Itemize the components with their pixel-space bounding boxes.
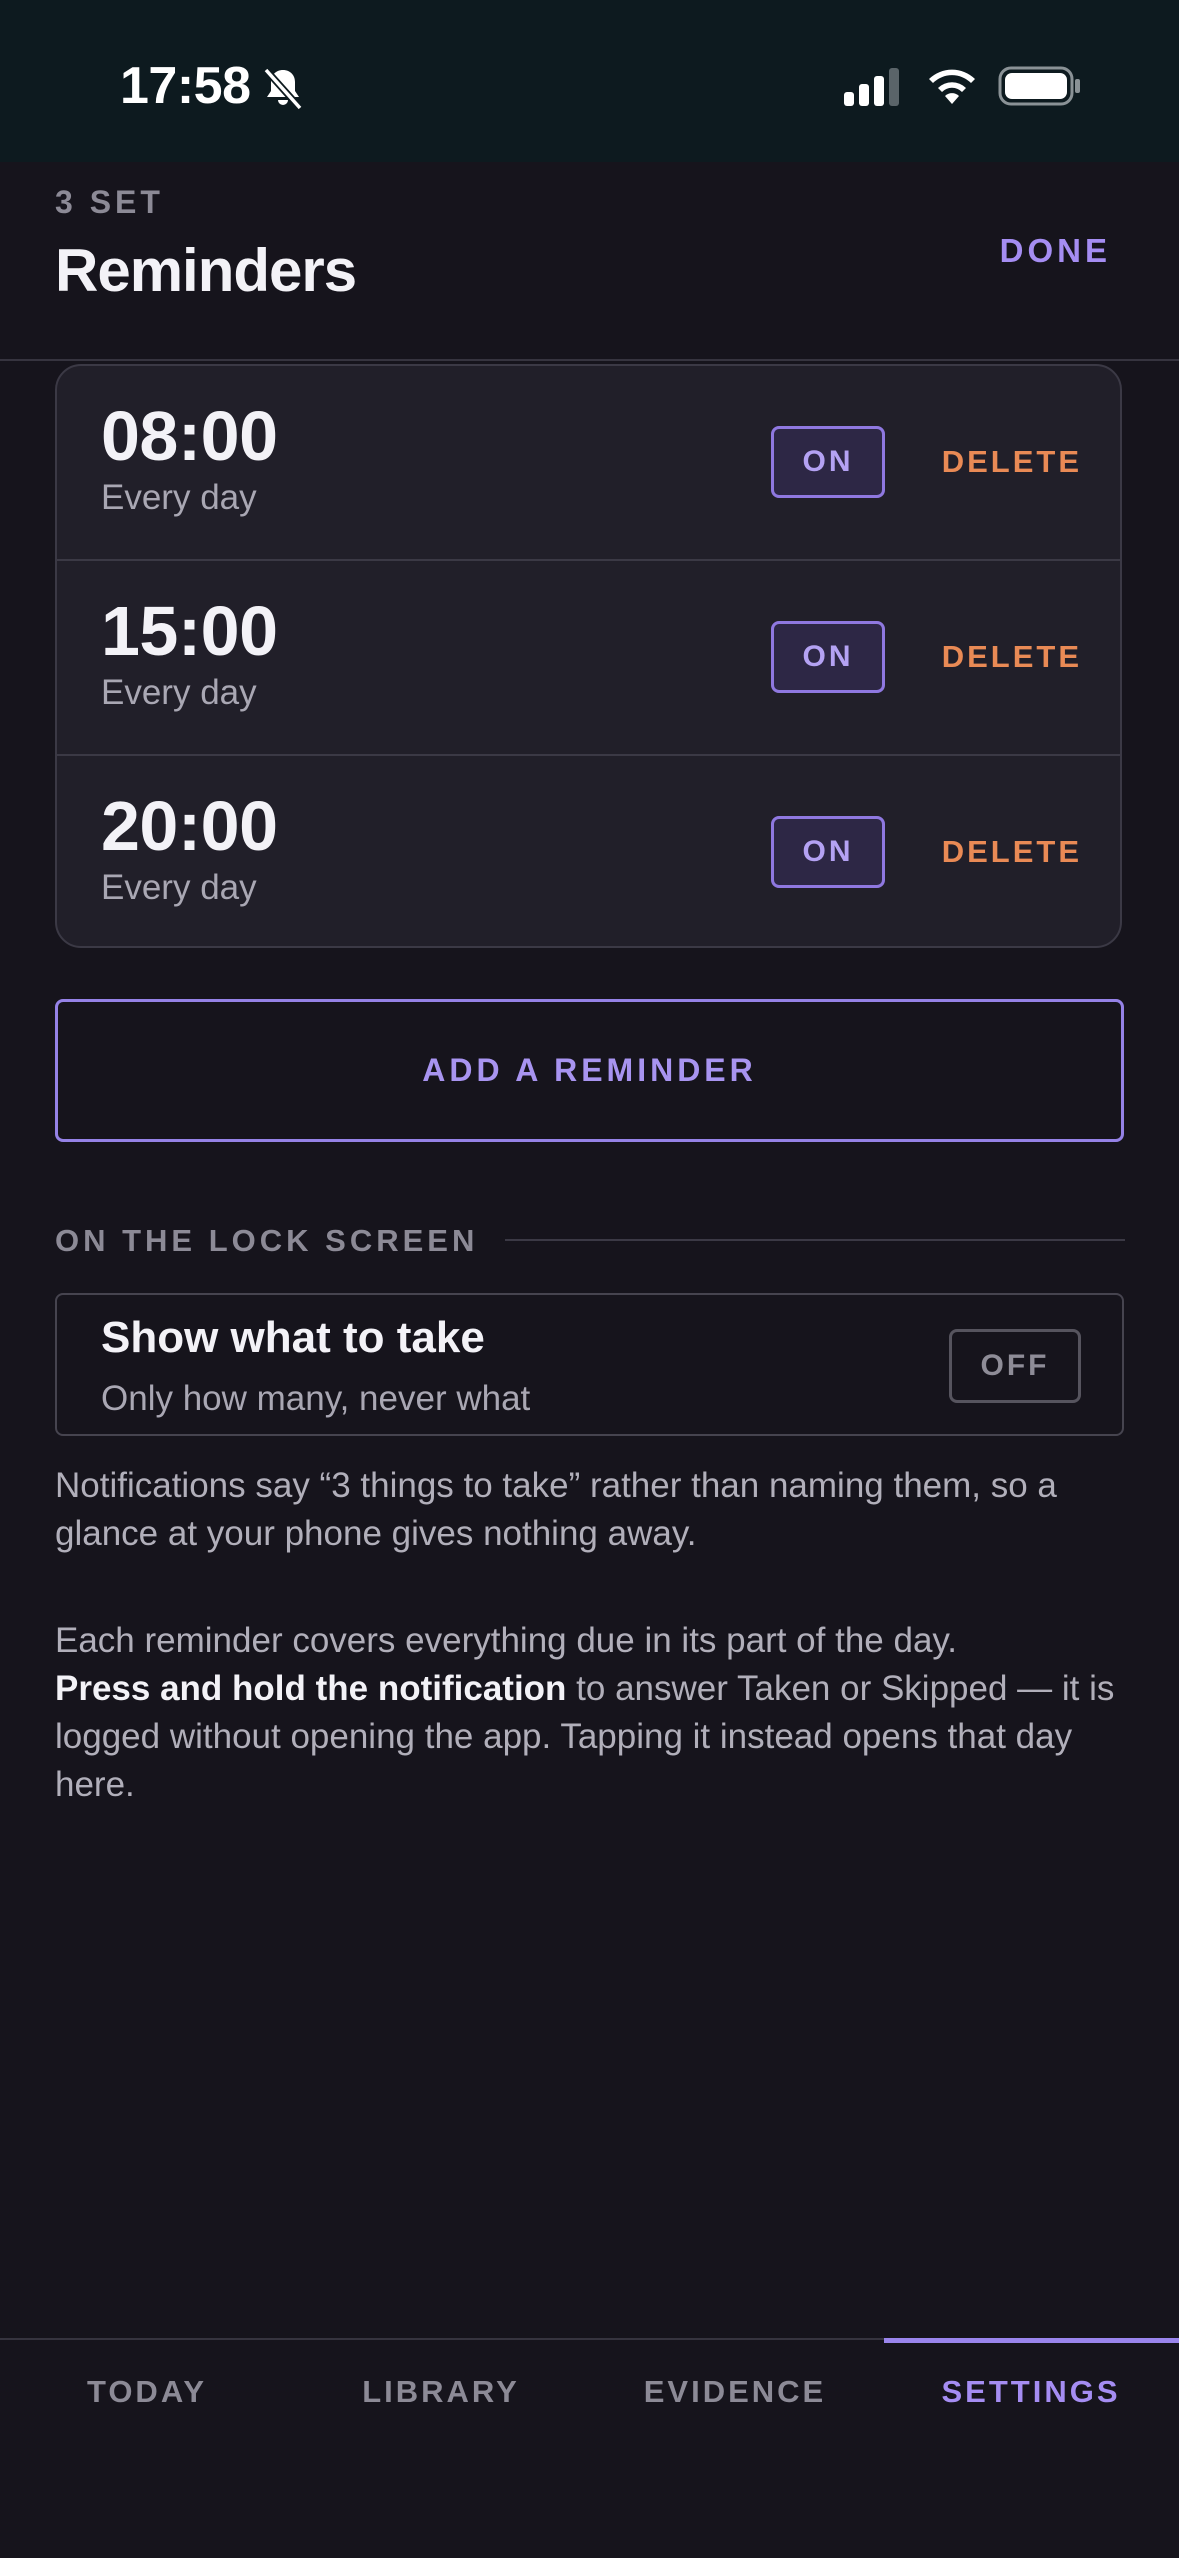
delete-button[interactable]: DELETE	[942, 834, 1082, 870]
cellular-signal-icon	[844, 68, 899, 106]
section-divider	[505, 1239, 1125, 1241]
status-bar: 17:58	[0, 0, 1179, 162]
setting-subtitle: Only how many, never what	[101, 1379, 531, 1418]
done-button[interactable]: DONE	[1000, 232, 1111, 270]
reminder-repeat: Every day	[101, 673, 257, 712]
delete-button[interactable]: DELETE	[942, 639, 1082, 675]
lock-screen-toggle[interactable]: OFF	[949, 1329, 1081, 1403]
info-emphasis: Press and hold the notification	[55, 1669, 567, 1708]
reminder-row: 15:00 Every day ON DELETE	[57, 561, 1120, 756]
tab-bar: TODAY LIBRARY EVIDENCE SETTINGS	[0, 2338, 1179, 2558]
reminder-count: 3 SET	[55, 184, 164, 220]
info-intro: Each reminder covers everything due in i…	[55, 1621, 958, 1660]
battery-icon	[998, 66, 1080, 106]
reminder-row: 08:00 Every day ON DELETE	[57, 366, 1120, 561]
reminder-toggle[interactable]: ON	[771, 816, 885, 888]
tab-library[interactable]: LIBRARY	[294, 2374, 588, 2410]
reminder-toggle[interactable]: ON	[771, 621, 885, 693]
wifi-icon	[929, 69, 975, 104]
add-reminder-button[interactable]: ADD A REMINDER	[55, 999, 1124, 1142]
tab-settings[interactable]: SETTINGS	[884, 2374, 1178, 2410]
reminder-repeat: Every day	[101, 478, 257, 517]
reminder-toggle[interactable]: ON	[771, 426, 885, 498]
lock-screen-explanation: Notifications say “3 things to take” rat…	[55, 1466, 1057, 1553]
reminder-info: Each reminder covers everything due in i…	[55, 1617, 1125, 1809]
reminder-row: 20:00 Every day ON DELETE	[57, 756, 1120, 946]
reminder-list: 08:00 Every day ON DELETE 15:00 Every da…	[55, 364, 1122, 948]
status-time: 17:58	[120, 57, 251, 115]
reminder-time[interactable]: 15:00	[101, 591, 278, 671]
section-title-lock-screen: ON THE LOCK SCREEN	[55, 1223, 479, 1258]
bell-muted-icon	[263, 67, 303, 111]
tab-evidence[interactable]: EVIDENCE	[588, 2374, 882, 2410]
active-tab-indicator	[884, 2338, 1179, 2343]
delete-button[interactable]: DELETE	[942, 444, 1082, 480]
tab-today[interactable]: TODAY	[0, 2374, 294, 2410]
lock-screen-setting[interactable]: Show what to take Only how many, never w…	[55, 1293, 1124, 1436]
reminder-time[interactable]: 08:00	[101, 396, 278, 476]
reminder-time[interactable]: 20:00	[101, 786, 278, 866]
page-title: Reminders	[55, 237, 357, 304]
setting-title: Show what to take	[101, 1313, 485, 1362]
reminder-repeat: Every day	[101, 868, 257, 907]
